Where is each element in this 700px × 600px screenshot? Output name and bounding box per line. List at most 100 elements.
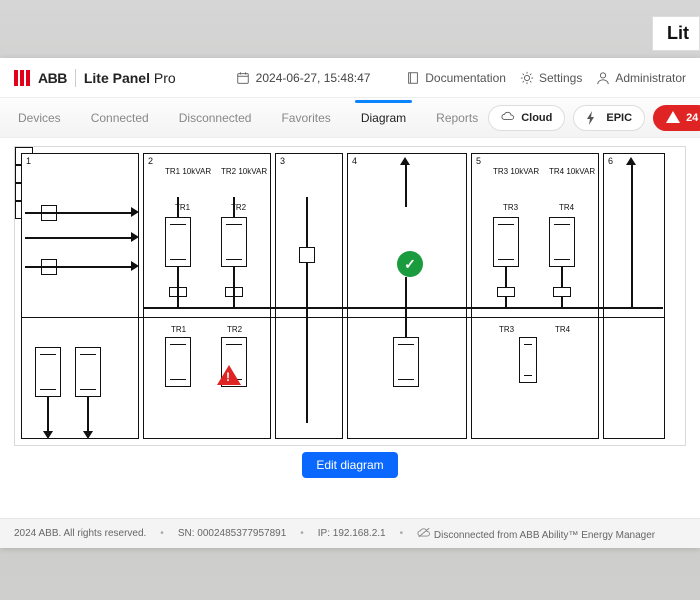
- arrow-icon: [43, 431, 53, 439]
- top-links: Documentation Settings Administrator: [406, 71, 686, 85]
- arrow-icon: [83, 431, 93, 439]
- tab-reports[interactable]: Reports: [434, 101, 480, 135]
- bus-coupler[interactable]: [299, 247, 315, 263]
- tab-favorites[interactable]: Favorites: [279, 101, 332, 135]
- breaker-device[interactable]: [393, 337, 419, 387]
- tabs: Devices Connected Disconnected Favorites…: [10, 101, 480, 135]
- app-window: ABB Lite Panel Pro 2024-06-27, 15:48:47 …: [0, 58, 700, 548]
- settings-label: Settings: [539, 71, 582, 85]
- ip-label: IP:: [318, 528, 330, 539]
- separator-dot: •: [300, 528, 304, 539]
- breaker-device[interactable]: [519, 337, 537, 383]
- panel-divider: [21, 317, 665, 318]
- administrator-link[interactable]: Administrator: [596, 71, 686, 85]
- wire: [25, 212, 131, 214]
- breaker-device[interactable]: [165, 217, 191, 267]
- aux-device[interactable]: [497, 287, 515, 297]
- statusbar: 2024 ABB. All rights reserved. • SN: 000…: [0, 518, 700, 548]
- status-pills: Cloud EPIC 24 1: [488, 105, 700, 131]
- calendar-icon: [236, 71, 250, 85]
- panel-col-5[interactable]: 5: [471, 153, 599, 439]
- panel-col-2[interactable]: 2: [143, 153, 271, 439]
- bolt-icon: [586, 111, 600, 125]
- arrow-icon: [131, 207, 139, 217]
- fault-warning-icon: [217, 365, 241, 385]
- sn: SN: 0002485377957891: [178, 528, 286, 539]
- connection-text: Disconnected from ABB Ability™ Energy Ma…: [434, 530, 655, 541]
- panel-col-6[interactable]: 6: [603, 153, 665, 439]
- wire: [47, 397, 49, 431]
- tab-connected[interactable]: Connected: [89, 101, 151, 135]
- tabbar: Devices Connected Disconnected Favorites…: [0, 98, 700, 138]
- sub-label: TR4: [559, 203, 574, 212]
- wire: [25, 266, 131, 268]
- topbar: ABB Lite Panel Pro 2024-06-27, 15:48:47 …: [0, 58, 700, 98]
- documentation-link[interactable]: Documentation: [406, 71, 506, 85]
- separator-dot: •: [400, 528, 404, 539]
- breaker-device[interactable]: [35, 347, 61, 397]
- wire: [87, 397, 89, 431]
- edit-diagram-button[interactable]: Edit diagram: [302, 452, 397, 478]
- book-icon: [406, 71, 420, 85]
- busbar: [143, 307, 663, 309]
- status-ok-icon: ✓: [397, 251, 423, 277]
- panel-col-4[interactable]: 4: [347, 153, 467, 439]
- administrator-label: Administrator: [615, 71, 686, 85]
- trafo-label-1: TR1 10kVAR: [165, 167, 211, 176]
- col-5-number: 5: [476, 156, 481, 166]
- panel-col-3[interactable]: 3: [275, 153, 343, 439]
- sub-label: TR4: [555, 325, 570, 334]
- ip-value: 192.168.2.1: [333, 528, 386, 539]
- wire: [306, 197, 308, 247]
- cloud-off-icon: [417, 527, 431, 541]
- col-1-number: 1: [26, 156, 31, 166]
- separator-dot: •: [160, 528, 164, 539]
- tab-diagram[interactable]: Diagram: [359, 101, 408, 135]
- col-3-number: 3: [280, 156, 285, 166]
- tab-disconnected[interactable]: Disconnected: [177, 101, 254, 135]
- sub-label: TR3: [499, 325, 514, 334]
- product-name-main: Lite Panel: [84, 70, 150, 86]
- product-name: Lite Panel Pro: [84, 70, 176, 86]
- arrow-icon: [400, 157, 410, 165]
- copyright-text: 2024 ABB. All rights reserved.: [14, 528, 146, 539]
- documentation-label: Documentation: [425, 71, 506, 85]
- abb-logo-icon: [14, 70, 30, 86]
- breaker-device[interactable]: [75, 347, 101, 397]
- sn-label: SN:: [178, 528, 195, 539]
- trafo-label-2: TR2 10kVAR: [221, 167, 267, 176]
- ok-check: ✓: [404, 256, 416, 273]
- ip: IP: 192.168.2.1: [318, 528, 386, 539]
- breaker-device[interactable]: [549, 217, 575, 267]
- trafo-label-3: TR3 10kVAR: [493, 167, 539, 176]
- breaker-device[interactable]: [221, 217, 247, 267]
- alert-pill[interactable]: 24: [653, 105, 700, 131]
- aux-device[interactable]: [553, 287, 571, 297]
- col-4-number: 4: [352, 156, 357, 166]
- col-6-number: 6: [608, 156, 613, 166]
- breaker-device[interactable]: [165, 337, 191, 387]
- alert-count: 24: [686, 112, 698, 124]
- brand: ABB Lite Panel Pro: [14, 69, 176, 87]
- gear-icon: [520, 71, 534, 85]
- alert-triangle-icon: [666, 111, 680, 125]
- sub-label: TR3: [503, 203, 518, 212]
- wire: [306, 263, 308, 423]
- brand-divider: [75, 69, 76, 87]
- settings-link[interactable]: Settings: [520, 71, 582, 85]
- wire: [233, 267, 235, 307]
- cloud-pill[interactable]: Cloud: [488, 105, 565, 131]
- arrow-icon: [626, 157, 636, 165]
- product-name-suffix: Pro: [154, 70, 176, 86]
- tab-devices[interactable]: Devices: [16, 101, 63, 135]
- connection-status: Disconnected from ABB Ability™ Energy Ma…: [417, 527, 655, 541]
- timestamp-text: 2024-06-27, 15:48:47: [256, 71, 371, 85]
- user-icon: [596, 71, 610, 85]
- wire: [177, 267, 179, 307]
- wire: [233, 197, 235, 217]
- diagram-canvas[interactable]: 1 2 3 4 5 6 TR1 10kVAR TR2 10kVAR: [14, 146, 686, 446]
- breaker-device[interactable]: [493, 217, 519, 267]
- cloud-icon: [501, 111, 515, 125]
- epic-pill[interactable]: EPIC: [573, 105, 645, 131]
- wire: [631, 163, 633, 307]
